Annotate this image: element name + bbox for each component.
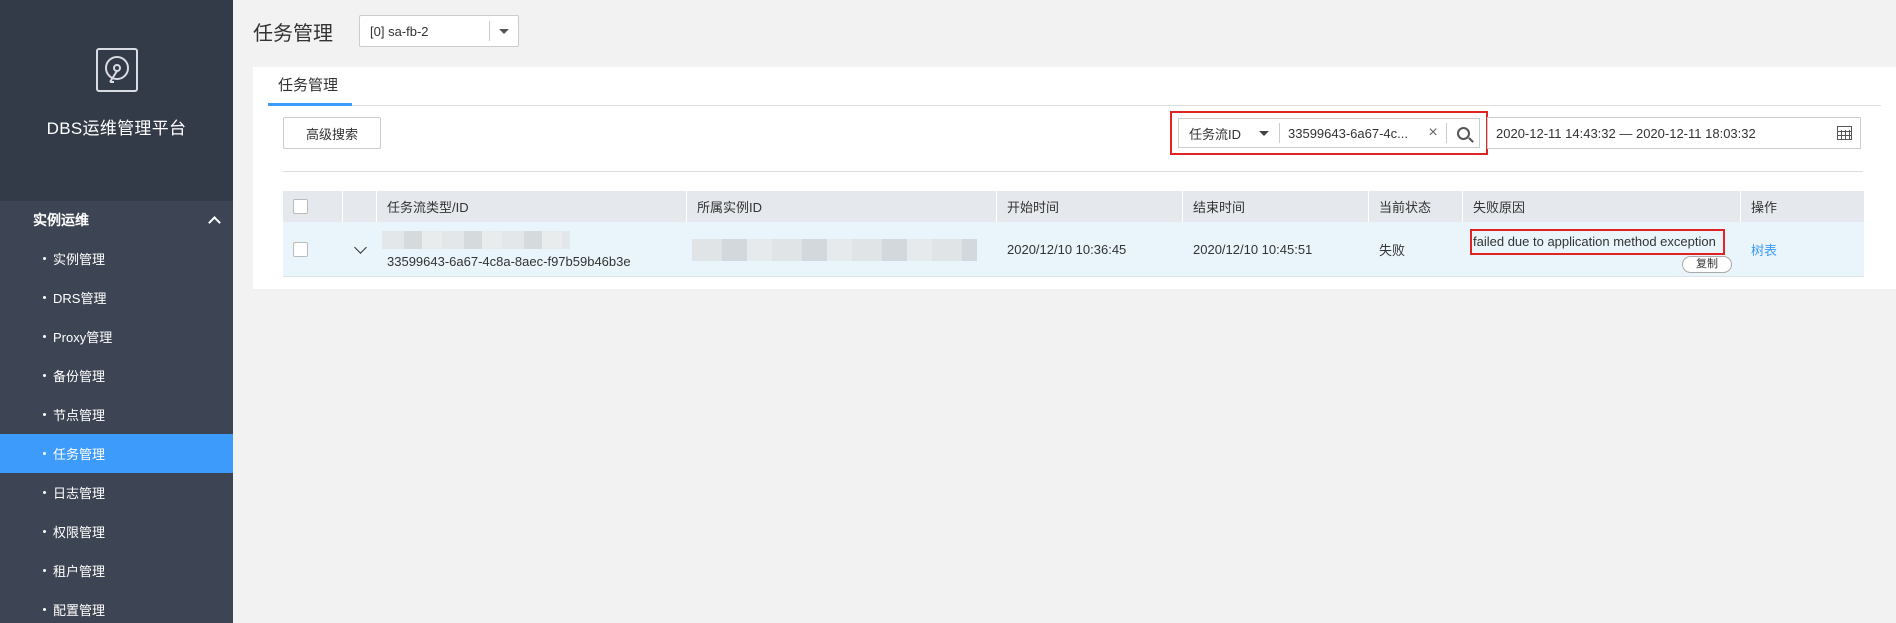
sidebar-item-0[interactable]: 实例管理: [0, 239, 233, 278]
failure-reason-text: failed due to application method excepti…: [1470, 229, 1725, 255]
select-all-cell: [283, 191, 343, 222]
nav-group-instance-ops[interactable]: 实例运维: [0, 201, 233, 239]
chevron-up-icon: [208, 216, 221, 229]
sidebar-item-3[interactable]: 备份管理: [0, 356, 233, 395]
chevron-down-icon[interactable]: [353, 241, 367, 254]
row-checkbox[interactable]: [293, 242, 308, 257]
sidebar-item-label: 权限管理: [53, 525, 106, 540]
table-header: 任务流类型/ID 所属实例ID 开始时间 结束时间 当前状态 失败原因 操作: [283, 191, 1864, 222]
date-range-value: 2020-12-11 14:43:32 — 2020-12-11 18:03:3…: [1496, 125, 1756, 141]
sidebar-item-7[interactable]: 权限管理: [0, 512, 233, 551]
caret-down-icon: [1259, 130, 1269, 136]
redacted-task-type: [382, 230, 570, 249]
tab-bar-line: [268, 105, 1881, 106]
row-select-cell: [283, 222, 343, 277]
main-panel: 任务管理 高级搜索 任务流ID 33599643-6a67-4c... × 20…: [253, 67, 1896, 289]
filter-highlight: 任务流ID 33599643-6a67-4c... ×: [1170, 111, 1488, 155]
task-flow-cell: 33599643-6a67-4c8a-8aec-f97b59b46b3e: [377, 222, 687, 277]
tab-task-management[interactable]: 任务管理: [268, 67, 348, 105]
table-row[interactable]: 33599643-6a67-4c8a-8aec-f97b59b46b3e 202…: [283, 222, 1864, 277]
col-header-task-flow[interactable]: 任务流类型/ID: [377, 191, 687, 222]
col-header-start-time[interactable]: 开始时间: [997, 191, 1183, 222]
sidebar-item-9[interactable]: 配置管理: [0, 590, 233, 623]
sidebar-item-2[interactable]: Proxy管理: [0, 317, 233, 356]
search-button[interactable]: [1447, 118, 1479, 148]
redacted-instance-id: [692, 238, 977, 261]
tree-table-link[interactable]: 树表: [1751, 240, 1777, 259]
bullet-icon: [43, 452, 46, 455]
bullet-icon: [43, 296, 46, 299]
col-header-actions: 操作: [1751, 200, 1778, 215]
col-header-end-time[interactable]: 结束时间: [1183, 191, 1369, 222]
filter-value-input[interactable]: 33599643-6a67-4c...: [1280, 126, 1426, 141]
col-header-instance-id[interactable]: 所属实例ID: [687, 191, 997, 222]
calendar-icon: [1837, 126, 1852, 140]
sidebar-item-1[interactable]: DRS管理: [0, 278, 233, 317]
start-time-cell: 2020/12/10 10:36:45: [1007, 242, 1127, 257]
task-flow-id: 33599643-6a67-4c8a-8aec-f97b59b46b3e: [387, 253, 631, 269]
sidebar-item-label: 备份管理: [53, 369, 106, 384]
sidebar-item-label: 日志管理: [53, 486, 106, 501]
instance-select[interactable]: [0] sa-fb-2: [359, 15, 519, 47]
sidebar-item-label: 租户管理: [53, 564, 106, 579]
failure-reason-cell: failed due to application method excepti…: [1463, 222, 1741, 277]
nav-list: 实例管理 DRS管理 Proxy管理 备份管理节点管理任务管理日志管理权限管理租户管理…: [0, 239, 233, 623]
page-title: 任务管理: [253, 23, 333, 45]
brand-title: DBS运维管理平台: [46, 119, 187, 138]
bullet-icon: [43, 257, 46, 260]
date-range-picker[interactable]: 2020-12-11 14:43:32 — 2020-12-11 18:03:3…: [1487, 117, 1861, 149]
actions-cell: 树表: [1741, 222, 1864, 277]
caret-down-icon: [499, 28, 509, 34]
bullet-icon: [43, 374, 46, 377]
bullet-icon: [43, 530, 46, 533]
select-all-checkbox[interactable]: [293, 199, 308, 214]
end-time-cell: 2020/12/10 10:45:51: [1193, 242, 1313, 257]
dropdown-caret[interactable]: [490, 28, 518, 34]
sidebar-item-5[interactable]: 任务管理: [0, 434, 233, 473]
filter-type-label: 任务流ID: [1189, 126, 1242, 142]
active-tab-indicator: [268, 103, 352, 106]
advanced-search-button[interactable]: 高级搜索: [283, 117, 381, 149]
col-header-failure-reason[interactable]: 失败原因: [1463, 191, 1741, 222]
divider: [283, 171, 1863, 172]
sidebar-item-label: DRS管理: [53, 291, 107, 306]
bullet-icon: [43, 491, 46, 494]
brand: DBS运维管理平台: [0, 0, 233, 201]
bullet-icon: [43, 608, 46, 611]
sidebar-item-label: 实例管理: [53, 252, 106, 267]
status-cell: 失败: [1379, 243, 1406, 258]
expand-header-cell: [343, 191, 377, 222]
sidebar-item-6[interactable]: 日志管理: [0, 473, 233, 512]
copy-button[interactable]: 复制: [1682, 256, 1732, 273]
disk-logo-icon: [95, 48, 138, 92]
bullet-icon: [43, 413, 46, 416]
instance-id-cell: [687, 222, 997, 277]
filter-type-select[interactable]: 任务流ID: [1179, 124, 1279, 143]
bullet-icon: [43, 569, 46, 572]
sidebar-item-label: Proxy管理: [53, 330, 113, 345]
clear-icon[interactable]: ×: [1426, 124, 1440, 142]
expand-cell: [343, 222, 377, 277]
search-icon: [1456, 126, 1470, 140]
col-header-status[interactable]: 当前状态: [1369, 191, 1463, 222]
instance-select-value: [0] sa-fb-2: [370, 23, 429, 39]
sidebar-item-label: 任务管理: [53, 447, 106, 462]
bullet-icon: [43, 335, 46, 338]
nav-group-label: 实例运维: [33, 212, 89, 228]
filter-group: 任务流ID 33599643-6a67-4c... ×: [1178, 118, 1480, 148]
sidebar-item-label: 配置管理: [53, 603, 106, 618]
sidebar-item-label: 节点管理: [53, 408, 106, 423]
sidebar-item-8[interactable]: 租户管理: [0, 551, 233, 590]
sidebar: DBS运维管理平台 实例运维 实例管理 DRS管理 Proxy管理 备份管理节点管理任…: [0, 0, 233, 623]
sidebar-item-4[interactable]: 节点管理: [0, 395, 233, 434]
